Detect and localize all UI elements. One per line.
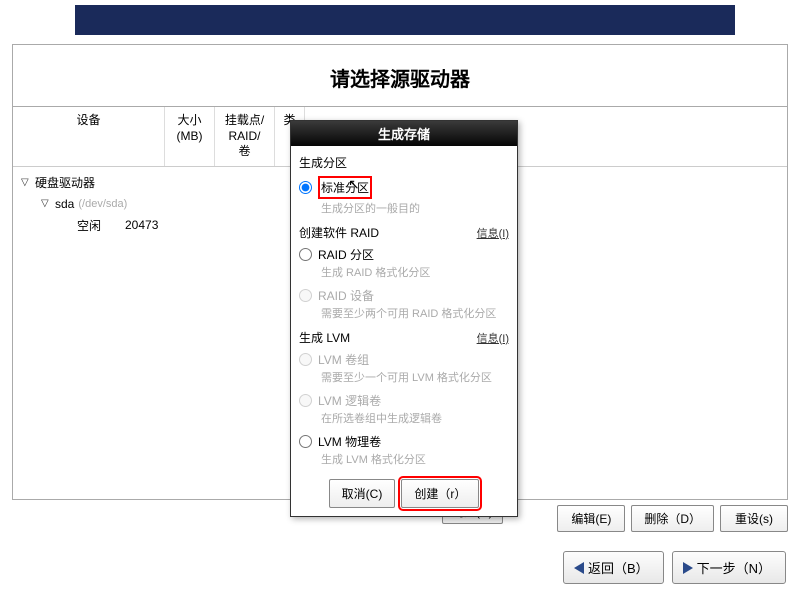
- section-text: 生成 LVM: [299, 329, 350, 346]
- edit-button[interactable]: 编辑(E): [557, 505, 625, 532]
- arrow-right-icon: [683, 562, 693, 574]
- next-button[interactable]: 下一步（N）: [672, 551, 786, 584]
- reset-button[interactable]: 重设(s): [720, 505, 788, 532]
- free-size: 20473: [125, 218, 158, 232]
- create-storage-dialog: 生成存储 生成分区 标准分区 ↖ 生成分区的一般目的 创建软件 RAID 信息(…: [290, 120, 518, 517]
- radio-raid-partition[interactable]: RAID 分区: [299, 243, 509, 264]
- delete-button[interactable]: 删除（D）: [631, 505, 714, 532]
- radio-input-lvm-pv[interactable]: [299, 435, 312, 448]
- radio-label: 标准分区: [321, 181, 369, 195]
- radio-label: LVM 逻辑卷: [318, 392, 381, 409]
- device-path: (/dev/sda): [78, 198, 127, 210]
- tree-label: 空闲: [77, 217, 101, 234]
- radio-desc: 在所选卷组中生成逻辑卷: [299, 410, 509, 430]
- info-link-lvm[interactable]: 信息(I): [477, 330, 509, 346]
- arrow-left-icon: [574, 562, 584, 574]
- radio-input-standard[interactable]: [299, 181, 312, 194]
- expand-toggle-icon[interactable]: ▽: [21, 177, 35, 188]
- create-button[interactable]: 创建（r）: [401, 479, 479, 508]
- back-label: 返回（B）: [588, 558, 649, 577]
- radio-label: LVM 物理卷: [318, 433, 381, 450]
- radio-lvm-pv[interactable]: LVM 物理卷: [299, 430, 509, 451]
- col-device[interactable]: 设备: [13, 107, 165, 166]
- dialog-body: 生成分区 标准分区 ↖ 生成分区的一般目的 创建软件 RAID 信息(I) RA…: [291, 146, 517, 516]
- radio-lvm-vg: LVM 卷组: [299, 348, 509, 369]
- section-create-lvm: 生成 LVM 信息(I): [299, 325, 509, 348]
- info-link-raid[interactable]: 信息(I): [477, 225, 509, 241]
- radio-standard-partition[interactable]: 标准分区 ↖: [299, 173, 509, 200]
- page-title: 请选择源驱动器: [13, 45, 787, 106]
- dialog-button-row: 取消(C) 创建（r）: [299, 471, 509, 508]
- cancel-button[interactable]: 取消(C): [329, 479, 396, 508]
- expand-toggle-icon[interactable]: ▽: [41, 198, 55, 209]
- radio-desc: 生成 LVM 格式化分区: [299, 451, 509, 471]
- radio-raid-device: RAID 设备: [299, 284, 509, 305]
- radio-label: RAID 设备: [318, 287, 374, 304]
- radio-input-lvm-vg: [299, 353, 312, 366]
- radio-desc: 生成分区的一般目的: [299, 200, 509, 220]
- col-size[interactable]: 大小 (MB): [165, 107, 215, 166]
- radio-label: LVM 卷组: [318, 351, 369, 368]
- top-banner: [75, 5, 735, 35]
- radio-lvm-lv: LVM 逻辑卷: [299, 389, 509, 410]
- next-label: 下一步（N）: [697, 558, 771, 577]
- radio-input-raid-partition[interactable]: [299, 248, 312, 261]
- radio-desc: 需要至少两个可用 RAID 格式化分区: [299, 305, 509, 325]
- section-text: 创建软件 RAID: [299, 224, 379, 241]
- section-create-partition: 生成分区: [299, 150, 509, 173]
- tree-label: 硬盘驱动器: [35, 174, 95, 191]
- dialog-title: 生成存储: [291, 121, 517, 146]
- radio-label: RAID 分区: [318, 246, 374, 263]
- tree-label: sda: [55, 197, 74, 211]
- col-mount[interactable]: 挂载点/ RAID/卷: [215, 107, 275, 166]
- back-button[interactable]: 返回（B）: [563, 551, 664, 584]
- radio-input-raid-device: [299, 289, 312, 302]
- section-create-raid: 创建软件 RAID 信息(I): [299, 220, 509, 243]
- radio-desc: 需要至少一个可用 LVM 格式化分区: [299, 369, 509, 389]
- radio-desc: 生成 RAID 格式化分区: [299, 264, 509, 284]
- radio-input-lvm-lv: [299, 394, 312, 407]
- highlight-annotation: 标准分区 ↖: [318, 176, 372, 199]
- nav-button-bar: 返回（B） 下一步（N）: [563, 551, 786, 584]
